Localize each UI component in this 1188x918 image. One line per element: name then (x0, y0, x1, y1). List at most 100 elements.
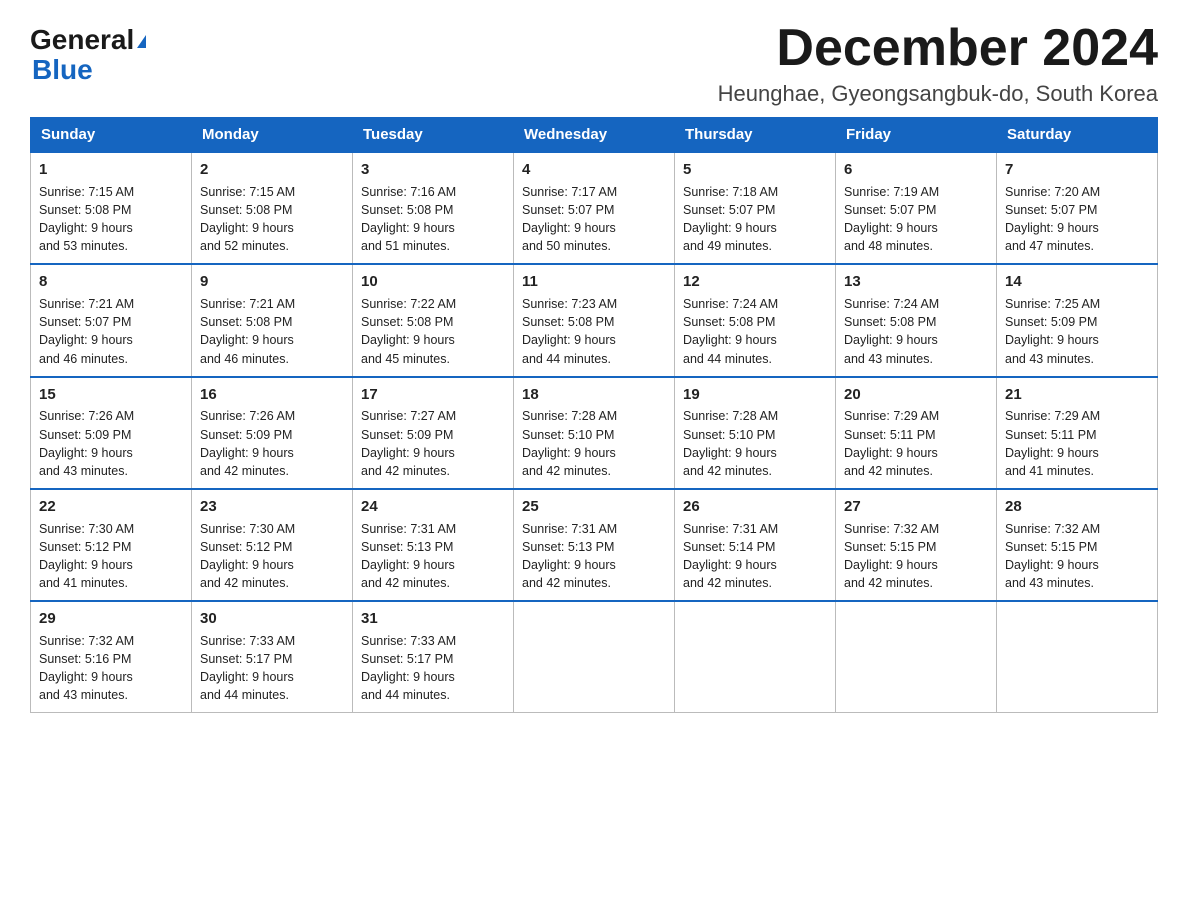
header-friday: Friday (836, 118, 997, 153)
calendar-cell: 25 Sunrise: 7:31 AMSunset: 5:13 PMDayligh… (514, 489, 675, 601)
month-title: December 2024 (718, 20, 1158, 77)
calendar-cell: 26 Sunrise: 7:31 AMSunset: 5:14 PMDayligh… (675, 489, 836, 601)
day-info: Sunrise: 7:24 AMSunset: 5:08 PMDaylight:… (683, 297, 778, 365)
day-number: 18 (522, 384, 666, 406)
day-number: 22 (39, 496, 183, 518)
day-number: 30 (200, 608, 344, 630)
day-number: 1 (39, 159, 183, 181)
logo-blue: Blue (32, 54, 93, 86)
day-info: Sunrise: 7:24 AMSunset: 5:08 PMDaylight:… (844, 297, 939, 365)
calendar-cell: 29 Sunrise: 7:32 AMSunset: 5:16 PMDayligh… (31, 601, 192, 713)
day-number: 13 (844, 271, 988, 293)
day-number: 24 (361, 496, 505, 518)
day-info: Sunrise: 7:18 AMSunset: 5:07 PMDaylight:… (683, 185, 778, 253)
calendar-cell (836, 601, 997, 713)
calendar-table: Sunday Monday Tuesday Wednesday Thursday… (30, 117, 1158, 713)
day-info: Sunrise: 7:21 AMSunset: 5:07 PMDaylight:… (39, 297, 134, 365)
calendar-cell: 15 Sunrise: 7:26 AMSunset: 5:09 PMDayligh… (31, 377, 192, 489)
day-info: Sunrise: 7:16 AMSunset: 5:08 PMDaylight:… (361, 185, 456, 253)
day-number: 9 (200, 271, 344, 293)
header-saturday: Saturday (997, 118, 1158, 153)
calendar-cell: 17 Sunrise: 7:27 AMSunset: 5:09 PMDayligh… (353, 377, 514, 489)
week-row-4: 22 Sunrise: 7:30 AMSunset: 5:12 PMDayligh… (31, 489, 1158, 601)
day-info: Sunrise: 7:31 AMSunset: 5:13 PMDaylight:… (522, 522, 617, 590)
calendar-cell: 4Sunrise: 7:17 AMSunset: 5:07 PMDaylight… (514, 152, 675, 264)
day-info: Sunrise: 7:30 AMSunset: 5:12 PMDaylight:… (39, 522, 134, 590)
day-info: Sunrise: 7:32 AMSunset: 5:15 PMDaylight:… (844, 522, 939, 590)
day-number: 14 (1005, 271, 1149, 293)
day-number: 16 (200, 384, 344, 406)
week-row-2: 8 Sunrise: 7:21 AMSunset: 5:07 PMDaylight… (31, 264, 1158, 376)
calendar-cell (514, 601, 675, 713)
day-number: 8 (39, 271, 183, 293)
week-row-5: 29 Sunrise: 7:32 AMSunset: 5:16 PMDayligh… (31, 601, 1158, 713)
calendar-cell: 22 Sunrise: 7:30 AMSunset: 5:12 PMDayligh… (31, 489, 192, 601)
calendar-cell: 6 Sunrise: 7:19 AMSunset: 5:07 PMDaylight… (836, 152, 997, 264)
day-number: 26 (683, 496, 827, 518)
day-info: Sunrise: 7:26 AMSunset: 5:09 PMDaylight:… (200, 409, 295, 477)
calendar-cell: 3 Sunrise: 7:16 AMSunset: 5:08 PMDaylight… (353, 152, 514, 264)
title-area: December 2024 Heunghae, Gyeongsangbuk-do… (718, 20, 1158, 107)
day-number: 29 (39, 608, 183, 630)
day-number: 11 (522, 271, 666, 293)
day-info: Sunrise: 7:17 AMSunset: 5:07 PMDaylight:… (522, 185, 617, 253)
day-info: Sunrise: 7:29 AMSunset: 5:11 PMDaylight:… (844, 409, 939, 477)
calendar-cell: 31Sunrise: 7:33 AMSunset: 5:17 PMDayligh… (353, 601, 514, 713)
calendar-cell: 21Sunrise: 7:29 AMSunset: 5:11 PMDayligh… (997, 377, 1158, 489)
header-sunday: Sunday (31, 118, 192, 153)
day-info: Sunrise: 7:15 AMSunset: 5:08 PMDaylight:… (200, 185, 295, 253)
day-info: Sunrise: 7:26 AMSunset: 5:09 PMDaylight:… (39, 409, 134, 477)
calendar-cell: 27 Sunrise: 7:32 AMSunset: 5:15 PMDayligh… (836, 489, 997, 601)
calendar-cell: 14 Sunrise: 7:25 AMSunset: 5:09 PMDayligh… (997, 264, 1158, 376)
calendar-cell: 12 Sunrise: 7:24 AMSunset: 5:08 PMDayligh… (675, 264, 836, 376)
calendar-cell (675, 601, 836, 713)
header-tuesday: Tuesday (353, 118, 514, 153)
week-row-1: 1 Sunrise: 7:15 AMSunset: 5:08 PMDaylight… (31, 152, 1158, 264)
calendar-cell: 20Sunrise: 7:29 AMSunset: 5:11 PMDayligh… (836, 377, 997, 489)
header-row: Sunday Monday Tuesday Wednesday Thursday… (31, 118, 1158, 153)
calendar-cell: 8 Sunrise: 7:21 AMSunset: 5:07 PMDaylight… (31, 264, 192, 376)
day-number: 15 (39, 384, 183, 406)
calendar-cell (997, 601, 1158, 713)
calendar-cell: 7 Sunrise: 7:20 AMSunset: 5:07 PMDaylight… (997, 152, 1158, 264)
calendar-cell: 9 Sunrise: 7:21 AMSunset: 5:08 PMDaylight… (192, 264, 353, 376)
calendar-cell: 28Sunrise: 7:32 AMSunset: 5:15 PMDayligh… (997, 489, 1158, 601)
day-info: Sunrise: 7:25 AMSunset: 5:09 PMDaylight:… (1005, 297, 1100, 365)
day-info: Sunrise: 7:29 AMSunset: 5:11 PMDaylight:… (1005, 409, 1100, 477)
calendar-cell: 10 Sunrise: 7:22 AMSunset: 5:08 PMDayligh… (353, 264, 514, 376)
day-info: Sunrise: 7:21 AMSunset: 5:08 PMDaylight:… (200, 297, 295, 365)
day-number: 17 (361, 384, 505, 406)
day-info: Sunrise: 7:20 AMSunset: 5:07 PMDaylight:… (1005, 185, 1100, 253)
day-info: Sunrise: 7:31 AMSunset: 5:14 PMDaylight:… (683, 522, 778, 590)
day-number: 6 (844, 159, 988, 181)
day-info: Sunrise: 7:22 AMSunset: 5:08 PMDaylight:… (361, 297, 456, 365)
calendar-cell: 16 Sunrise: 7:26 AMSunset: 5:09 PMDayligh… (192, 377, 353, 489)
day-number: 3 (361, 159, 505, 181)
calendar-cell: 2 Sunrise: 7:15 AMSunset: 5:08 PMDaylight… (192, 152, 353, 264)
logo: General Blue (30, 20, 146, 86)
day-info: Sunrise: 7:32 AMSunset: 5:16 PMDaylight:… (39, 634, 134, 702)
calendar-cell: 19Sunrise: 7:28 AMSunset: 5:10 PMDayligh… (675, 377, 836, 489)
day-info: Sunrise: 7:27 AMSunset: 5:09 PMDaylight:… (361, 409, 456, 477)
calendar-cell: 30 Sunrise: 7:33 AMSunset: 5:17 PMDayligh… (192, 601, 353, 713)
day-info: Sunrise: 7:33 AMSunset: 5:17 PMDaylight:… (200, 634, 295, 702)
day-number: 10 (361, 271, 505, 293)
day-number: 23 (200, 496, 344, 518)
calendar-cell: 11 Sunrise: 7:23 AMSunset: 5:08 PMDayligh… (514, 264, 675, 376)
day-number: 27 (844, 496, 988, 518)
calendar-cell: 18 Sunrise: 7:28 AMSunset: 5:10 PMDayligh… (514, 377, 675, 489)
day-info: Sunrise: 7:28 AMSunset: 5:10 PMDaylight:… (522, 409, 617, 477)
day-info: Sunrise: 7:15 AMSunset: 5:08 PMDaylight:… (39, 185, 134, 253)
header-wednesday: Wednesday (514, 118, 675, 153)
day-info: Sunrise: 7:30 AMSunset: 5:12 PMDaylight:… (200, 522, 295, 590)
day-info: Sunrise: 7:23 AMSunset: 5:08 PMDaylight:… (522, 297, 617, 365)
day-info: Sunrise: 7:33 AMSunset: 5:17 PMDaylight:… (361, 634, 456, 702)
day-info: Sunrise: 7:19 AMSunset: 5:07 PMDaylight:… (844, 185, 939, 253)
day-number: 25 (522, 496, 666, 518)
calendar-cell: 1 Sunrise: 7:15 AMSunset: 5:08 PMDaylight… (31, 152, 192, 264)
day-info: Sunrise: 7:31 AMSunset: 5:13 PMDaylight:… (361, 522, 456, 590)
day-number: 7 (1005, 159, 1149, 181)
day-info: Sunrise: 7:32 AMSunset: 5:15 PMDaylight:… (1005, 522, 1100, 590)
day-number: 2 (200, 159, 344, 181)
day-number: 12 (683, 271, 827, 293)
